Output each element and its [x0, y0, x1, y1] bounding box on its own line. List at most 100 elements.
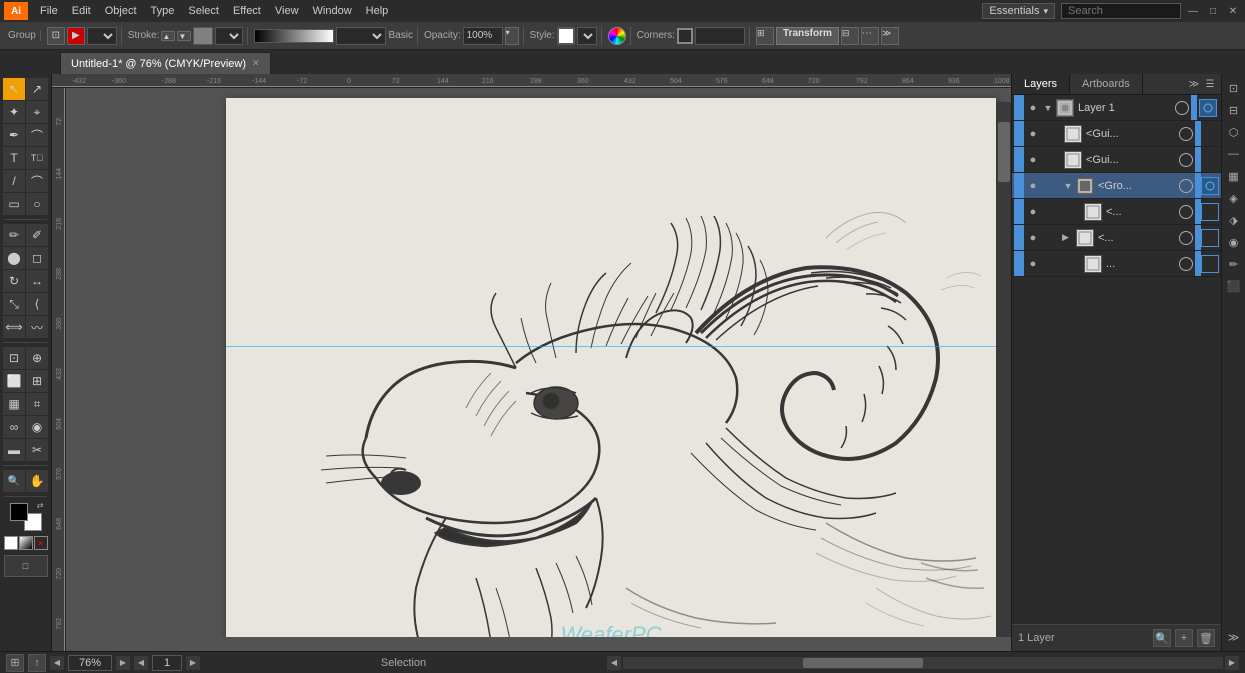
align-panel-btn[interactable]: ⊟ — [1224, 100, 1244, 120]
layer-visibility-toggle-3[interactable]: ● — [1024, 180, 1042, 192]
stroke-up-btn[interactable]: ▲ — [161, 31, 175, 41]
shape-builder-tool[interactable]: ⊕ — [26, 347, 48, 369]
brush-select[interactable] — [336, 27, 386, 45]
magic-wand-tool[interactable]: ✦ — [3, 101, 25, 123]
reflect-tool[interactable]: ↔ — [26, 270, 48, 292]
type-tool[interactable]: T — [3, 147, 25, 169]
eraser-tool[interactable]: ◻ — [26, 247, 48, 269]
h-scrollbar[interactable] — [623, 657, 1223, 669]
pattern-btn[interactable]: ⊞ — [756, 27, 774, 45]
width-tool[interactable]: ⟺ — [3, 316, 25, 338]
fill-stroke-swatches[interactable]: ⇄ — [10, 503, 42, 531]
curvature-tool[interactable]: ⌒ — [26, 124, 48, 146]
menu-select[interactable]: Select — [182, 3, 225, 19]
line-tool[interactable]: / — [3, 170, 25, 192]
layer-options-3[interactable] — [1201, 177, 1219, 195]
layer-expand-toggle-0[interactable]: ▼ — [1042, 103, 1054, 113]
tool-mode-select[interactable] — [87, 27, 117, 45]
canvas-content[interactable]: WeaferPC — [66, 88, 1011, 637]
shear-tool[interactable]: ⟨ — [26, 293, 48, 315]
swatches-btn[interactable]: ⬛ — [1224, 276, 1244, 296]
pen-tool[interactable]: ✒ — [3, 124, 25, 146]
layer-row-5[interactable]: ● ▶ <... — [1012, 225, 1221, 251]
eyedropper-tool[interactable]: ⌗ — [26, 393, 48, 415]
layer-visibility-toggle-2[interactable]: ● — [1024, 154, 1042, 166]
tool-mode-btn1[interactable]: ⊡ — [47, 27, 65, 45]
gradient-panel-btn[interactable]: ▦ — [1224, 166, 1244, 186]
menu-view[interactable]: View — [269, 3, 305, 19]
swap-colors-icon[interactable]: ⇄ — [37, 501, 44, 510]
blend-tool[interactable]: ∞ — [3, 416, 25, 438]
direct-selection-tool[interactable]: ↗ — [26, 78, 48, 100]
layer-visibility-toggle-6[interactable]: ● — [1024, 258, 1042, 270]
paintbrush-tool[interactable]: ✏ — [3, 224, 25, 246]
scroll-left-btn[interactable]: ◀ — [607, 656, 621, 670]
lasso-tool[interactable]: ⌖ — [26, 101, 48, 123]
layer-row-4[interactable]: ● <... — [1012, 199, 1221, 225]
symbol-spray-tool[interactable]: ◉ — [26, 416, 48, 438]
align-btn[interactable]: ⊟ — [841, 27, 859, 45]
stroke-panel-btn[interactable]: — — [1224, 144, 1244, 164]
h-scroll-thumb[interactable] — [803, 658, 923, 668]
layer-visibility-toggle-5[interactable]: ● — [1024, 232, 1042, 244]
color-wheel[interactable] — [608, 27, 626, 45]
ellipse-tool[interactable]: ○ — [26, 193, 48, 215]
canvas-scrollbar-vertical[interactable] — [997, 102, 1011, 637]
zoom-tool[interactable]: 🔍 — [3, 470, 25, 492]
layer-options-5[interactable] — [1201, 229, 1219, 247]
add-layer-btn[interactable]: + — [1175, 629, 1193, 647]
delete-layer-btn[interactable]: 🗑 — [1197, 629, 1215, 647]
search-input[interactable] — [1061, 3, 1181, 19]
transform-panel-btn[interactable]: ⊡ — [1224, 78, 1244, 98]
layer-row-1[interactable]: ● <Gui... — [1012, 121, 1221, 147]
stroke-down-btn[interactable]: ▼ — [177, 31, 191, 41]
selection-tool[interactable]: ↖ — [3, 78, 25, 100]
column-graph-tool[interactable]: ▬ — [3, 439, 25, 461]
blob-brush-tool[interactable]: ⬤ — [3, 247, 25, 269]
zoom-input[interactable] — [68, 655, 112, 671]
slice-tool[interactable]: ✂ — [26, 439, 48, 461]
transform-btn[interactable]: Transform — [776, 27, 839, 45]
artboard-input[interactable] — [152, 655, 182, 671]
appearance-btn[interactable]: ◈ — [1224, 188, 1244, 208]
touch-type-tool[interactable]: T⃞ — [26, 147, 48, 169]
layer-options-0[interactable] — [1199, 99, 1217, 117]
corners-input[interactable] — [695, 27, 745, 45]
layer-target-4[interactable] — [1179, 205, 1193, 219]
more-btn[interactable]: ⋯ — [861, 27, 879, 45]
gradient-tool[interactable]: ▦ — [3, 393, 25, 415]
zoom-prev-btn[interactable]: ◀ — [50, 656, 64, 670]
maximize-button[interactable]: □ — [1205, 3, 1221, 19]
menu-type[interactable]: Type — [145, 3, 181, 19]
layer-target-0[interactable] — [1175, 101, 1189, 115]
mesh-tool[interactable]: ⊞ — [26, 370, 48, 392]
expand-btn[interactable]: ≫ — [881, 27, 899, 45]
workspace-selector[interactable]: Essentials ▾ — [982, 3, 1055, 19]
tab-close-btn[interactable]: ✕ — [252, 58, 260, 69]
sidebar-collapse-btn[interactable]: ≫ — [1224, 627, 1244, 647]
layer-target-3[interactable] — [1179, 179, 1193, 193]
symbols-btn[interactable]: ◉ — [1224, 232, 1244, 252]
layer-visibility-toggle-1[interactable]: ● — [1024, 128, 1042, 140]
layer-expand-5[interactable]: ▶ — [1062, 232, 1074, 243]
menu-file[interactable]: File — [34, 3, 64, 19]
rectangle-tool[interactable]: ▭ — [3, 193, 25, 215]
layer-row-3[interactable]: ● ▼ <Gro... — [1012, 173, 1221, 199]
artboard[interactable]: WeaferPC — [226, 98, 996, 637]
none-swatch[interactable]: ✕ — [34, 536, 48, 550]
color-mode-btn[interactable] — [4, 536, 18, 550]
menu-effect[interactable]: Effect — [227, 3, 267, 19]
stroke-color-preview[interactable] — [193, 27, 213, 45]
minimize-button[interactable]: — — [1185, 3, 1201, 19]
layer-target-1[interactable] — [1179, 127, 1193, 141]
tool-mode-btn2[interactable]: ▶ — [67, 27, 85, 45]
pencil-tool[interactable]: ✐ — [26, 224, 48, 246]
opacity-input[interactable] — [463, 27, 503, 45]
menu-window[interactable]: Window — [307, 3, 358, 19]
layer-row-0[interactable]: ● ▼ Layer 1 — [1012, 95, 1221, 121]
panel-expand-btn[interactable]: ≫ — [1187, 77, 1201, 91]
search-layers-btn[interactable]: 🔍 — [1153, 629, 1171, 647]
hand-tool[interactable]: ✋ — [26, 470, 48, 492]
scroll-right-btn[interactable]: ▶ — [1225, 656, 1239, 670]
gradient-swatch[interactable] — [19, 536, 33, 550]
